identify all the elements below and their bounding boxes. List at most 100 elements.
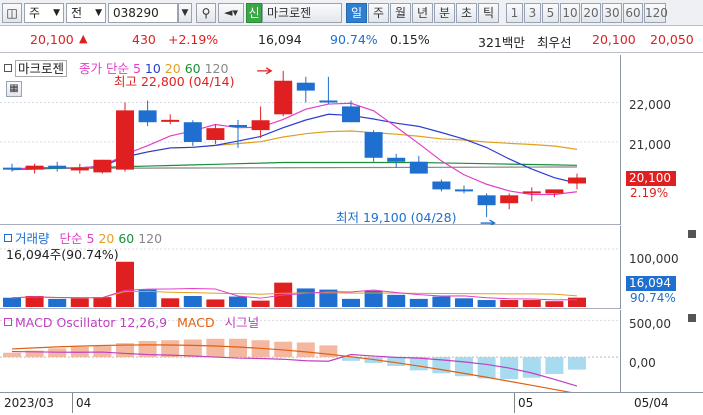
volume-bar — [432, 296, 451, 307]
interval-button[interactable]: 120 — [644, 3, 668, 23]
mode-select-value: 전 — [71, 6, 83, 20]
price-panel[interactable]: 마크로젠 종가 단순 5 10 20 60 120 ▦ 최고 22,800 (0… — [0, 55, 620, 225]
candle-body — [206, 128, 225, 140]
quote-label: 최우선 — [537, 35, 572, 50]
candle-body — [409, 161, 428, 174]
ma5-line — [11, 102, 578, 196]
macd-tick: 500,00 — [629, 317, 671, 331]
interval-button[interactable]: 10 — [560, 3, 580, 23]
candle-body — [545, 189, 564, 194]
period-button[interactable]: 주 — [368, 3, 389, 23]
market-select[interactable]: 주 ▼ — [24, 3, 64, 23]
macd-legend: MACD Oscillator 12,26,9 MACD 시그널 — [4, 312, 259, 331]
volume-bar — [296, 288, 315, 307]
interval-button[interactable]: 60 — [623, 3, 643, 23]
macd-axis: 500,00 0,00 — [620, 310, 703, 392]
up-arrow-icon: ▲ — [79, 32, 88, 45]
period-button[interactable]: 월 — [390, 3, 411, 23]
volume-bar — [477, 300, 496, 307]
price-tick: 22,000 — [629, 98, 671, 112]
candle-body — [25, 165, 44, 170]
ma10-line — [11, 113, 578, 184]
period-button[interactable]: 틱 — [478, 3, 499, 23]
trade-amount: 321백만 — [478, 35, 525, 50]
macd-tick: 0,00 — [629, 356, 656, 370]
quote-bar: 20,100 ▲ 430 +2.19% 16,094 90.74% 0.15% … — [0, 27, 703, 53]
period-button[interactable]: 분 — [434, 3, 455, 23]
volume-current-label: 16,094주(90.74%) — [6, 247, 119, 262]
candle-body — [116, 110, 134, 170]
macd-osc-bar — [3, 352, 21, 358]
interval-button[interactable]: 3 — [524, 3, 541, 23]
new-listing-badge: 신 — [246, 3, 262, 23]
volume-bar — [138, 289, 157, 307]
price-change: 430 — [132, 32, 156, 47]
volume-panel[interactable]: 거래량 단순 5 20 60 120 16,094주(90.74%) — [0, 226, 620, 309]
price-change-pct: +2.19% — [168, 32, 219, 47]
low-price-label: 최저 19,100 (04/28) — [336, 210, 457, 225]
chevron-down-icon: ▼ — [95, 8, 102, 18]
period-button[interactable]: 년 — [412, 3, 433, 23]
interval-button[interactable]: 1 — [506, 3, 523, 23]
square-icon — [4, 318, 12, 326]
date-axis: 2023/03 04 05 05/04 — [0, 392, 703, 415]
date-label: 05 — [514, 393, 533, 413]
current-volume-pct: 90.74% — [630, 291, 676, 305]
period-button[interactable]: 일 — [346, 3, 367, 23]
stock-code-input[interactable]: 038290 — [108, 3, 178, 23]
volume-bar — [545, 301, 564, 307]
volume-bar — [183, 295, 202, 307]
market-select-value: 주 — [29, 6, 41, 20]
mode-select[interactable]: 전 ▼ — [66, 3, 106, 23]
macd-osc-bar — [183, 339, 202, 358]
candle-body — [342, 106, 360, 123]
signal-line-label: 시그널 — [224, 315, 260, 330]
candle-body — [229, 124, 247, 127]
macd-line-label: MACD — [177, 315, 215, 330]
search-icon[interactable]: ⚲ — [196, 3, 216, 23]
candle-body — [274, 80, 293, 115]
macd-panel[interactable]: MACD Oscillator 12,26,9 MACD 시그널 — [0, 310, 620, 392]
close-icon[interactable] — [688, 230, 696, 238]
volume-bar — [48, 298, 67, 307]
volume-bar — [93, 297, 112, 307]
volume-bar — [409, 298, 428, 307]
close-icon[interactable] — [688, 314, 696, 322]
candle-body — [364, 132, 383, 158]
stock-name-label: 마크로젠 — [15, 60, 68, 77]
period-button[interactable]: 초 — [456, 3, 477, 23]
candle-body — [161, 119, 180, 122]
current-pct-tag: 2.19% — [630, 186, 669, 200]
candle-body — [48, 165, 67, 169]
vma120-legend: 120 — [138, 231, 163, 246]
candle-body — [455, 189, 473, 192]
square-icon — [4, 234, 12, 242]
current-volume-tag: 16,094 — [626, 276, 676, 291]
speaker-icon[interactable]: ◄▾ — [218, 3, 244, 23]
volume-bar — [25, 295, 44, 307]
interval-button[interactable]: 5 — [542, 3, 559, 23]
candle-body — [387, 157, 406, 162]
candle-body — [251, 120, 270, 131]
code-dropdown-button[interactable]: ▼ — [178, 3, 192, 23]
volume-bar — [387, 294, 406, 307]
date-label: 05/04 — [634, 396, 669, 410]
price-tick: 21,000 — [629, 138, 671, 152]
candle-body — [296, 82, 315, 91]
turnover-rate: 0.15% — [390, 32, 430, 47]
interval-button[interactable]: 30 — [602, 3, 622, 23]
window-icon[interactable]: ◫ — [2, 3, 22, 23]
candle-body — [432, 181, 451, 190]
grid-icon[interactable]: ▦ — [6, 81, 22, 97]
interval-button[interactable]: 20 — [581, 3, 601, 23]
stock-name-button[interactable]: 마크로젠 — [262, 3, 342, 23]
bid-price: 20,050 — [650, 32, 694, 47]
candle-body — [319, 100, 338, 103]
candle-body — [93, 159, 112, 173]
volume-bar — [568, 297, 586, 307]
volume-bar — [455, 298, 473, 307]
macd-osc-bar — [296, 342, 315, 358]
candle-body — [500, 195, 519, 204]
price-chart — [0, 67, 620, 225]
volume-value: 16,094 — [258, 32, 302, 47]
